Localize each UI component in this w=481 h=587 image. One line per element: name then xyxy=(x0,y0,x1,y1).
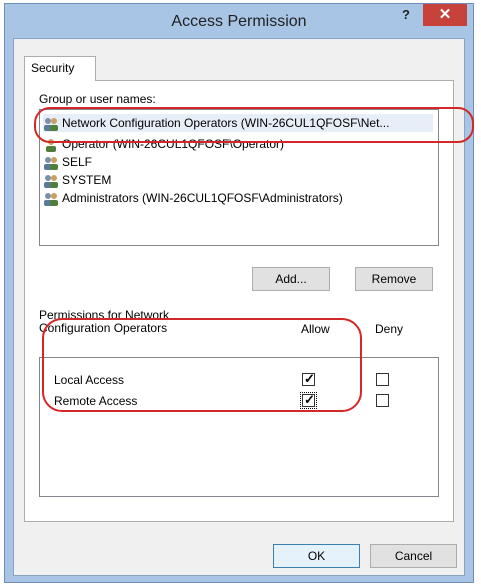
allow-header: Allow xyxy=(301,322,330,336)
deny-header: Deny xyxy=(375,322,404,336)
list-item[interactable]: SYSTEM xyxy=(43,171,111,189)
permissions-label: Permissions for Network Configuration Op… xyxy=(39,309,169,335)
close-icon: ✕ xyxy=(438,6,452,23)
list-item[interactable]: Network Configuration Operators (WIN-26C… xyxy=(43,114,433,132)
close-button[interactable]: ✕ xyxy=(423,4,467,26)
permissions-label-line2: Configuration Operators xyxy=(39,321,168,335)
deny-remote-access-checkbox[interactable] xyxy=(376,394,389,407)
permissions-list: Local Access ✓ Remote Access ✓ xyxy=(39,357,439,497)
list-item[interactable]: Operator (WIN-26CUL1QFOSF\Operator) xyxy=(43,135,284,153)
deny-local-access-checkbox[interactable] xyxy=(376,373,389,386)
allow-local-access-checkbox[interactable]: ✓ xyxy=(302,371,315,386)
cancel-button[interactable]: Cancel xyxy=(370,544,457,568)
list-item-label: SYSTEM xyxy=(62,173,112,187)
security-tab-panel: Group or user names: Network Configurati… xyxy=(24,80,454,522)
permission-name: Remote Access xyxy=(54,394,138,408)
allow-remote-access-checkbox[interactable]: ✓ xyxy=(300,392,317,409)
group-icon xyxy=(44,156,58,170)
title-bar[interactable]: Access Permission ? ✕ xyxy=(5,4,473,38)
group-icon xyxy=(44,117,58,131)
list-item-label: Network Configuration Operators (WIN-26C… xyxy=(62,116,390,130)
group-user-listbox[interactable]: Network Configuration Operators (WIN-26C… xyxy=(39,109,439,246)
checkmark-icon: ✓ xyxy=(304,392,315,407)
ok-button[interactable]: OK xyxy=(273,544,360,568)
help-button[interactable]: ? xyxy=(393,4,419,26)
add-button[interactable]: Add... xyxy=(252,267,330,291)
dialog-body: Security Group or user names: Network Co… xyxy=(13,38,465,576)
list-item-label: Administrators (WIN-26CUL1QFOSF\Administ… xyxy=(62,191,343,205)
tab-security[interactable]: Security xyxy=(24,56,96,81)
checkmark-icon: ✓ xyxy=(304,371,315,386)
group-icon xyxy=(44,174,58,188)
permission-name: Local Access xyxy=(54,373,125,387)
access-permission-window: Access Permission ? ✕ Security Group or … xyxy=(4,3,474,583)
list-item[interactable]: SELF xyxy=(43,153,92,171)
user-icon xyxy=(46,138,56,152)
group-names-label: Group or user names: xyxy=(39,92,156,106)
group-icon xyxy=(44,192,58,206)
list-item[interactable]: Administrators (WIN-26CUL1QFOSF\Administ… xyxy=(43,189,343,207)
remove-button[interactable]: Remove xyxy=(355,267,433,291)
list-item-label: SELF xyxy=(62,155,93,169)
list-item-label: Operator (WIN-26CUL1QFOSF\Operator) xyxy=(62,137,285,151)
